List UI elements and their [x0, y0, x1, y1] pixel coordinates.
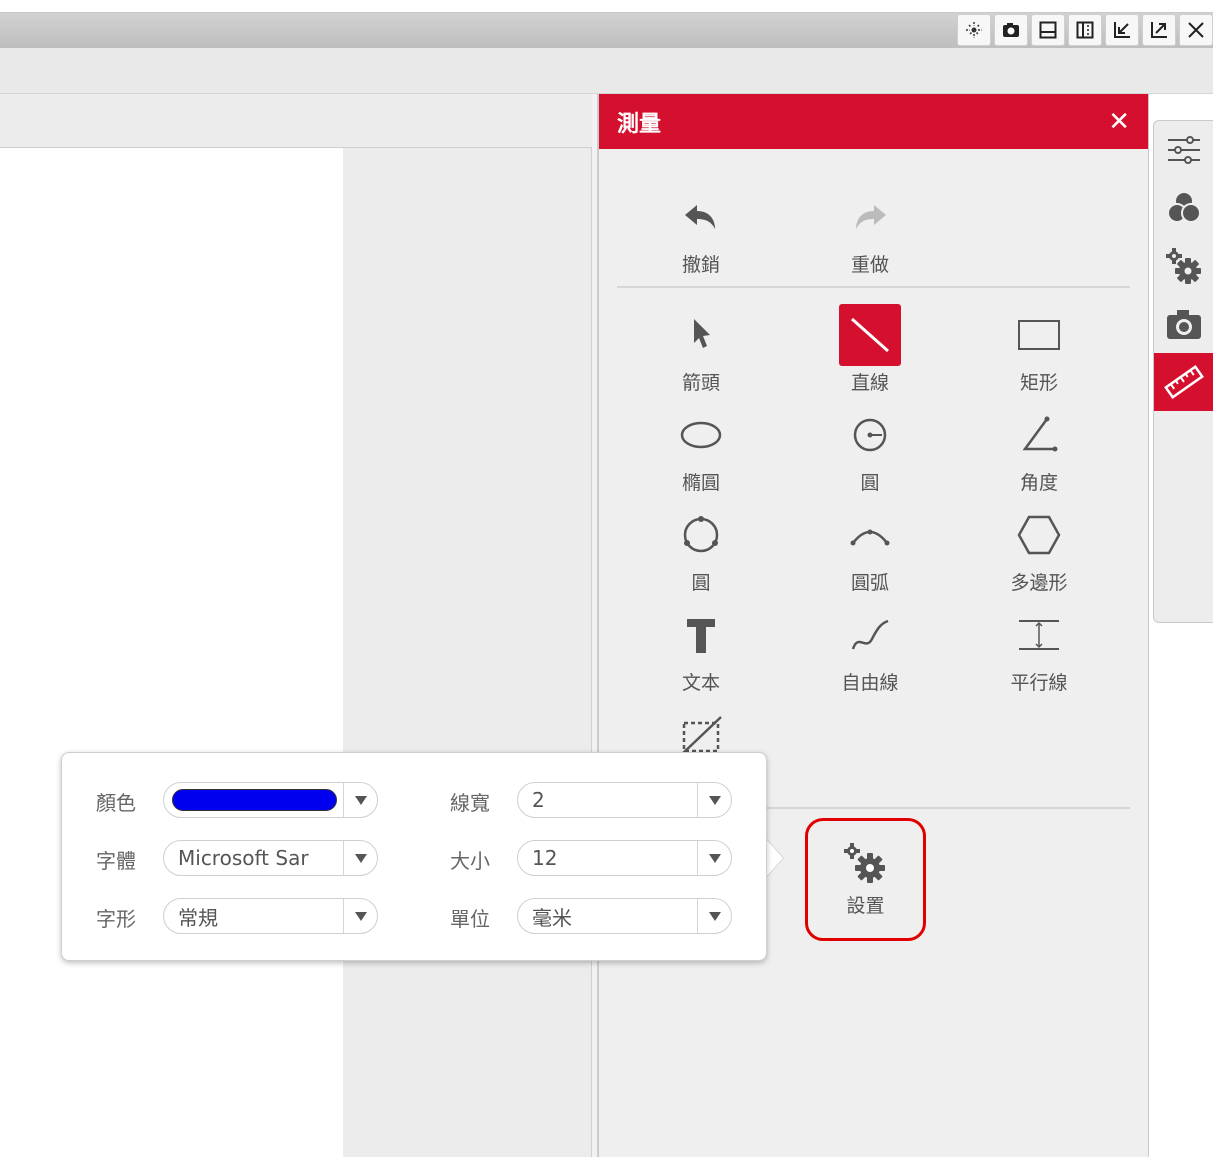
parallel-lines-icon: [1008, 604, 1070, 666]
settings-label: 設置: [846, 895, 885, 917]
tool-ellipse[interactable]: 橢圓: [636, 404, 766, 500]
image-canvas[interactable]: [0, 148, 343, 1157]
settings-button[interactable]: 設置: [805, 818, 926, 941]
style-value: 常規: [178, 905, 218, 930]
color-select[interactable]: [163, 782, 378, 818]
tool-line-label: 直線: [850, 372, 889, 394]
tool-parallel[interactable]: 平行線: [974, 604, 1104, 700]
tool-ellipse-label: 橢圓: [681, 472, 720, 494]
hexagon-icon: [1008, 504, 1070, 566]
tool-polygon[interactable]: 多邊形: [974, 504, 1104, 600]
measure-panel: 測量 ✕ 撤銷 重做 箭頭 直線 矩形 橢圓 圓 角度 圓 圓弧 多邊形 文本 …: [598, 94, 1149, 1157]
panel-header: 測量 ✕: [599, 94, 1148, 149]
gears-icon: [843, 843, 885, 883]
font-value: Microsoft Sar: [178, 846, 309, 870]
camera-icon: [1167, 310, 1201, 339]
rectangle-icon: [1008, 304, 1070, 366]
gears-button[interactable]: [1154, 237, 1213, 295]
style-select[interactable]: 常規: [163, 898, 378, 934]
font-label: 字體: [96, 849, 136, 873]
side-toolbar: [1153, 120, 1213, 623]
chevron-down-icon: [697, 841, 731, 875]
chevron-down-icon: [343, 899, 377, 933]
undo-label: 撤銷: [681, 254, 720, 276]
line-width-value: 2: [532, 788, 545, 812]
line-icon: [839, 304, 901, 366]
color-swatch: [172, 789, 337, 811]
undo-button[interactable]: 撤銷: [636, 186, 766, 282]
redo-button[interactable]: 重做: [805, 186, 935, 282]
unit-label: 單位: [450, 907, 490, 931]
size-label: 大小: [450, 849, 490, 873]
camera-icon[interactable]: [994, 14, 1028, 46]
collapse-icon[interactable]: [1105, 14, 1139, 46]
chevron-down-icon: [697, 783, 731, 817]
color-channels-button[interactable]: [1154, 179, 1213, 237]
pin-icon[interactable]: [957, 14, 991, 46]
chevron-down-icon: [343, 783, 377, 817]
line-width-label: 線寬: [450, 791, 490, 815]
camera-button[interactable]: [1154, 295, 1213, 353]
window-icon[interactable]: [1031, 14, 1065, 46]
circle-points-icon: [670, 504, 732, 566]
ruler-icon: [1164, 365, 1204, 399]
ellipse-icon: [670, 404, 732, 466]
redo-icon: [839, 186, 901, 248]
tool-circle-center[interactable]: 圓: [805, 404, 935, 500]
circle-center-icon: [839, 404, 901, 466]
canvas-margin: [343, 148, 592, 1157]
tool-circle-points-label: 圓: [691, 572, 711, 594]
tool-arrow-label: 箭頭: [681, 372, 720, 394]
tool-circle-points[interactable]: 圓: [636, 504, 766, 600]
tool-freeline[interactable]: 自由線: [805, 604, 935, 700]
expand-icon[interactable]: [1142, 14, 1176, 46]
angle-icon: [1008, 404, 1070, 466]
text-icon: [670, 604, 732, 666]
adjust-button[interactable]: [1154, 121, 1213, 179]
tool-polygon-label: 多邊形: [1010, 572, 1068, 594]
settings-popup: 顏色 字體 Microsoft Sar 字形 常規 線寬 2 大小 12 單位 …: [61, 752, 767, 961]
tool-arc-label: 圓弧: [850, 572, 889, 594]
color-channels-icon: [1167, 191, 1201, 223]
font-select[interactable]: Microsoft Sar: [163, 840, 378, 876]
tool-text[interactable]: 文本: [636, 604, 766, 700]
tool-line[interactable]: 直線: [805, 304, 935, 400]
menu-bar: [0, 48, 1213, 94]
close-icon[interactable]: [1179, 14, 1213, 46]
viewer-header: [0, 94, 592, 148]
chevron-down-icon: [343, 841, 377, 875]
popup-pointer: [765, 838, 783, 878]
size-select[interactable]: 12: [517, 840, 732, 876]
freehand-icon: [839, 604, 901, 666]
cursor-arrow-icon: [670, 304, 732, 366]
tool-text-label: 文本: [681, 672, 720, 694]
panel-title: 測量: [617, 111, 662, 137]
tool-rect-label: 矩形: [1019, 372, 1058, 394]
tool-freeline-label: 自由線: [841, 672, 899, 694]
redo-label: 重做: [850, 254, 889, 276]
tool-parallel-label: 平行線: [1010, 672, 1068, 694]
tool-angle[interactable]: 角度: [974, 404, 1104, 500]
line-width-select[interactable]: 2: [517, 782, 732, 818]
tool-arrow[interactable]: 箭頭: [636, 304, 766, 400]
style-label: 字形: [96, 907, 136, 931]
tool-circle-center-label: 圓: [860, 472, 880, 494]
gears-icon: [1166, 248, 1201, 284]
arc-icon: [839, 504, 901, 566]
tool-rect[interactable]: 矩形: [974, 304, 1104, 400]
chevron-down-icon: [697, 899, 731, 933]
color-label: 顏色: [96, 791, 136, 815]
panel-close-button[interactable]: ✕: [1108, 107, 1130, 137]
ruler-button[interactable]: [1154, 353, 1213, 411]
unit-select[interactable]: 毫米: [517, 898, 732, 934]
tool-angle-label: 角度: [1019, 472, 1058, 494]
size-value: 12: [532, 846, 558, 870]
undo-icon: [670, 186, 732, 248]
tool-arc[interactable]: 圓弧: [805, 504, 935, 600]
split-icon[interactable]: [1068, 14, 1102, 46]
unit-value: 毫米: [532, 905, 572, 930]
adjust-icon: [1168, 136, 1200, 164]
window-controls: [957, 14, 1213, 46]
divider: [617, 286, 1130, 288]
